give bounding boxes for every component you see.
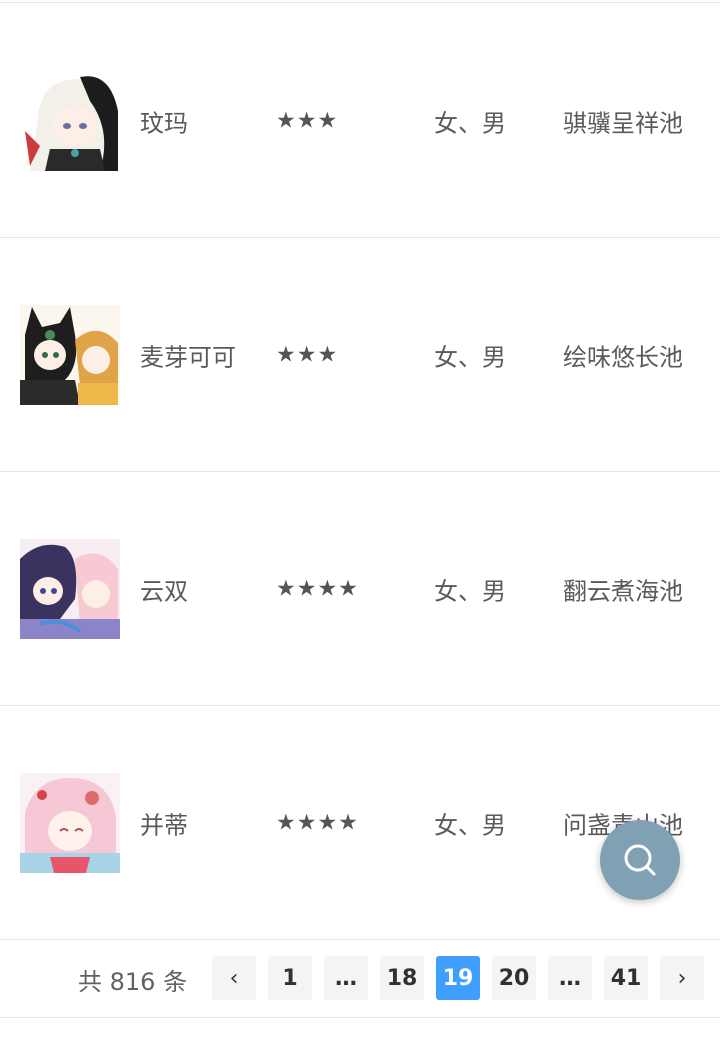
page-button-41[interactable]: 41	[604, 956, 648, 1000]
chevron-right-icon: ›	[677, 965, 687, 991]
table-row[interactable]: 并蒂 ★★★★ 女、男 问盏青山池	[0, 706, 720, 940]
character-avatar	[20, 538, 120, 639]
character-name: 并蒂	[140, 811, 188, 839]
table-row[interactable]: 玟玛 ★★★ 女、男 骐骥呈祥池	[0, 4, 720, 238]
star-rating: ★★★★	[276, 810, 359, 835]
character-name: 玟玛	[140, 109, 188, 137]
pool-name: 翻云煮海池	[563, 577, 683, 605]
character-avatar	[20, 772, 120, 873]
character-avatar	[20, 70, 120, 171]
star-rating: ★★★	[276, 108, 339, 133]
pagination: 共 816 条 ‹ 1 … 18 19 20 … 41 ›	[0, 939, 720, 1018]
page-ellipsis-prev[interactable]: …	[324, 956, 368, 1000]
chevron-left-icon: ‹	[229, 965, 239, 991]
page-button-20[interactable]: 20	[492, 956, 536, 1000]
star-rating: ★★★	[276, 342, 339, 367]
gender: 女、男	[434, 109, 506, 137]
character-name: 麦芽可可	[140, 343, 236, 371]
character-name: 云双	[140, 577, 188, 605]
total-count: 共 816 条	[78, 968, 188, 996]
gender: 女、男	[434, 343, 506, 371]
gender: 女、男	[434, 811, 506, 839]
page-ellipsis-next[interactable]: …	[548, 956, 592, 1000]
page-button-18[interactable]: 18	[380, 956, 424, 1000]
floating-search-button[interactable]	[600, 820, 680, 900]
next-page-button[interactable]: ›	[660, 956, 704, 1000]
gender: 女、男	[434, 577, 506, 605]
search-icon	[624, 844, 656, 876]
pool-name: 骐骥呈祥池	[563, 109, 683, 137]
table-row[interactable]: 麦芽可可 ★★★ 女、男 绘味悠长池	[0, 238, 720, 472]
page-button-current[interactable]: 19	[436, 956, 480, 1000]
top-divider	[0, 2, 720, 3]
page-button-1[interactable]: 1	[268, 956, 312, 1000]
pool-name: 绘味悠长池	[563, 343, 683, 371]
star-rating: ★★★★	[276, 576, 359, 601]
table-row[interactable]: 云双 ★★★★ 女、男 翻云煮海池	[0, 472, 720, 706]
character-avatar	[20, 304, 120, 405]
prev-page-button[interactable]: ‹	[212, 956, 256, 1000]
